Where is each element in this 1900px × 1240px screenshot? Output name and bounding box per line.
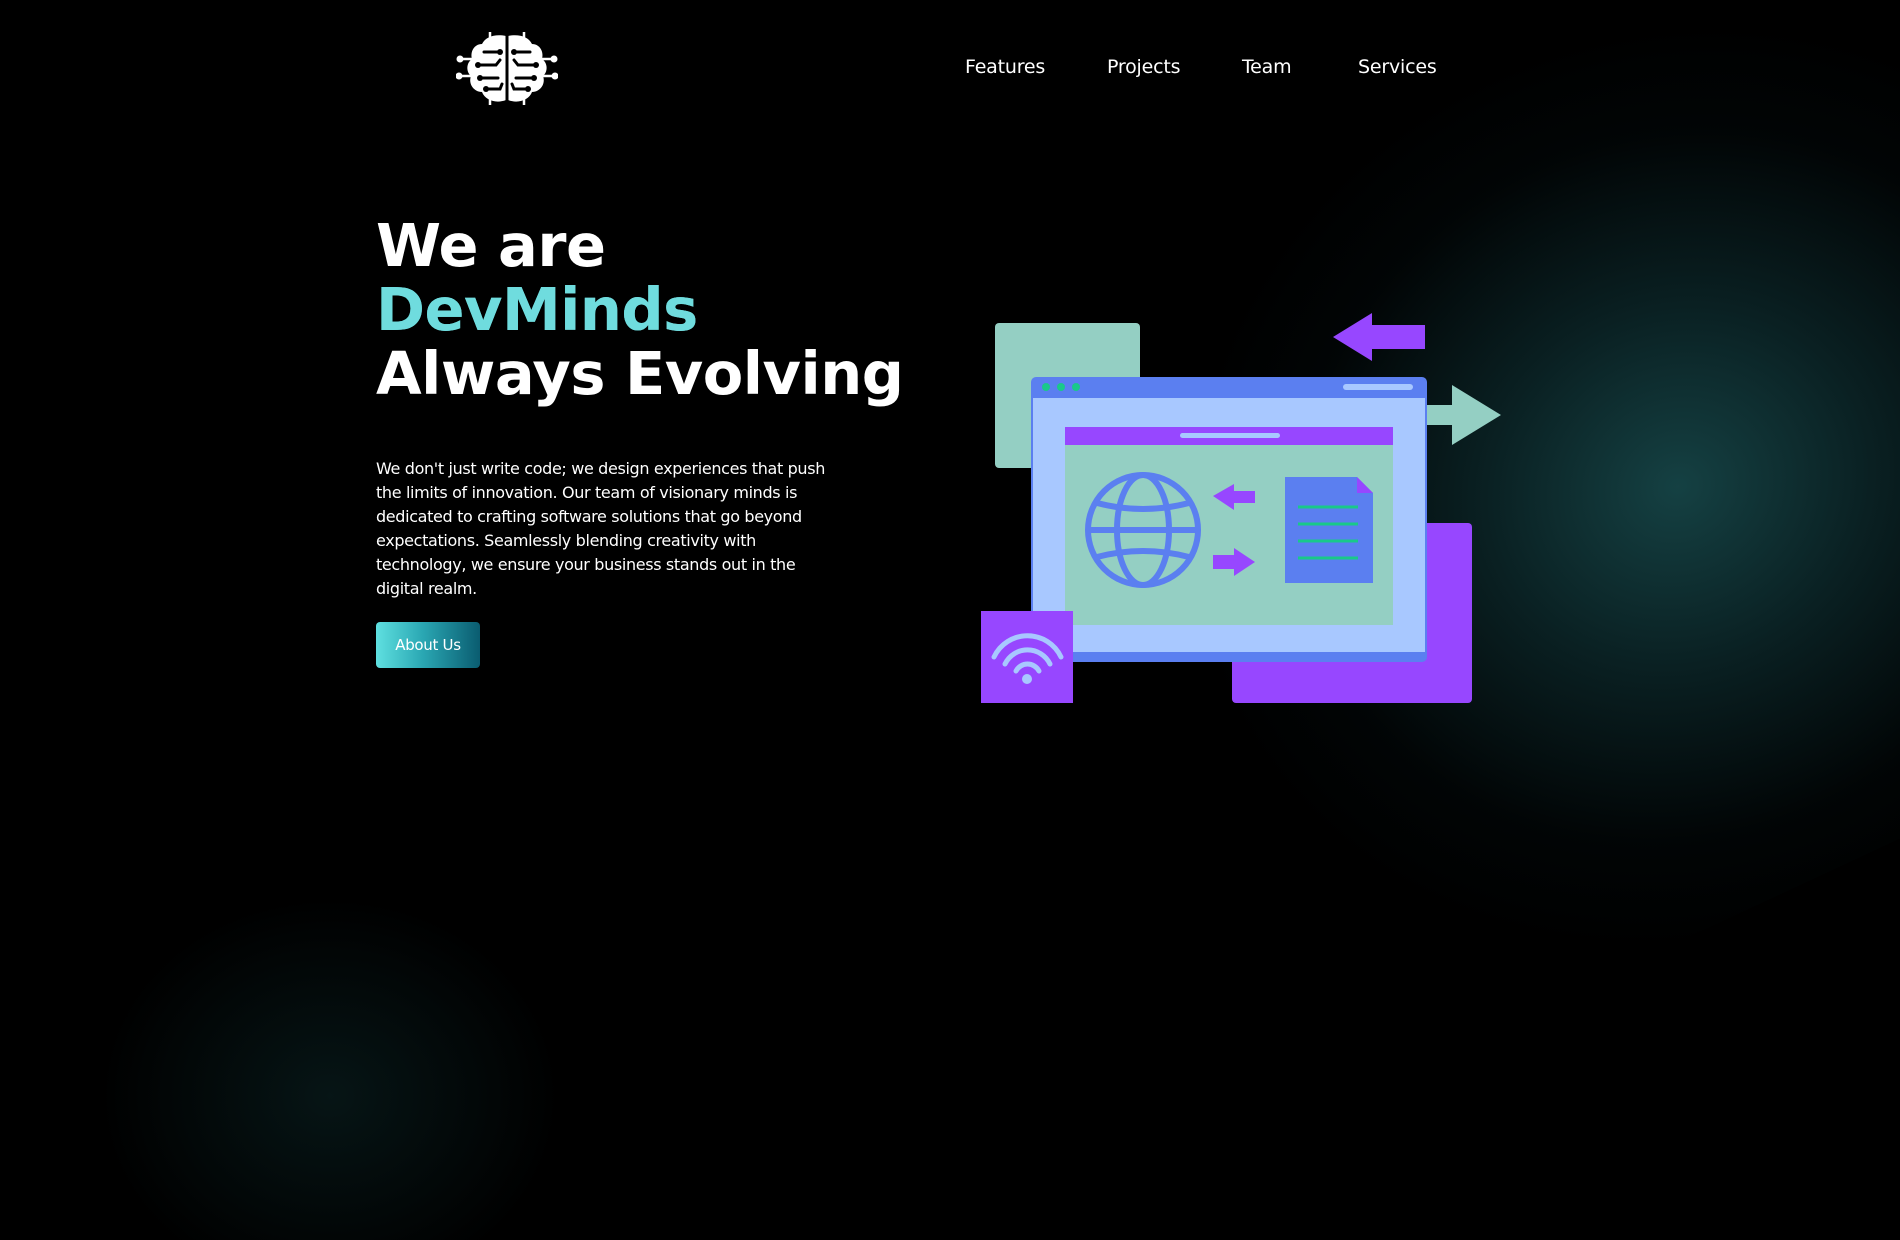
web-browser-network-illustration bbox=[975, 305, 1515, 715]
nav-link-features[interactable]: Features bbox=[965, 56, 1045, 78]
hero-title-line-3: Always Evolving bbox=[376, 339, 904, 408]
hero-title: We are DevMinds Always Evolving bbox=[376, 211, 904, 408]
panel-title-bar-shape bbox=[1180, 433, 1280, 438]
window-dot-icon bbox=[1042, 383, 1050, 391]
about-us-button[interactable]: About Us bbox=[376, 622, 480, 668]
hero-title-line-1: We are bbox=[376, 211, 606, 280]
wifi-dot-icon bbox=[1022, 674, 1032, 684]
brain-logo-icon[interactable] bbox=[455, 32, 559, 106]
nav-link-services[interactable]: Services bbox=[1358, 56, 1437, 78]
hero-title-brand: DevMinds bbox=[376, 278, 903, 342]
hero-description: We don't just write code; we design expe… bbox=[376, 459, 825, 598]
window-dot-icon bbox=[1072, 383, 1080, 391]
address-bar-shape bbox=[1343, 384, 1413, 390]
left-arrow-icon bbox=[1333, 313, 1425, 361]
background-glow-bottom bbox=[80, 880, 580, 1240]
brain-circuit-icon bbox=[455, 32, 559, 105]
document-icon bbox=[1285, 477, 1373, 583]
right-arrow-icon bbox=[1425, 385, 1501, 445]
window-dot-icon bbox=[1057, 383, 1065, 391]
nav-link-projects[interactable]: Projects bbox=[1107, 56, 1181, 78]
nav-link-team[interactable]: Team bbox=[1242, 56, 1292, 78]
